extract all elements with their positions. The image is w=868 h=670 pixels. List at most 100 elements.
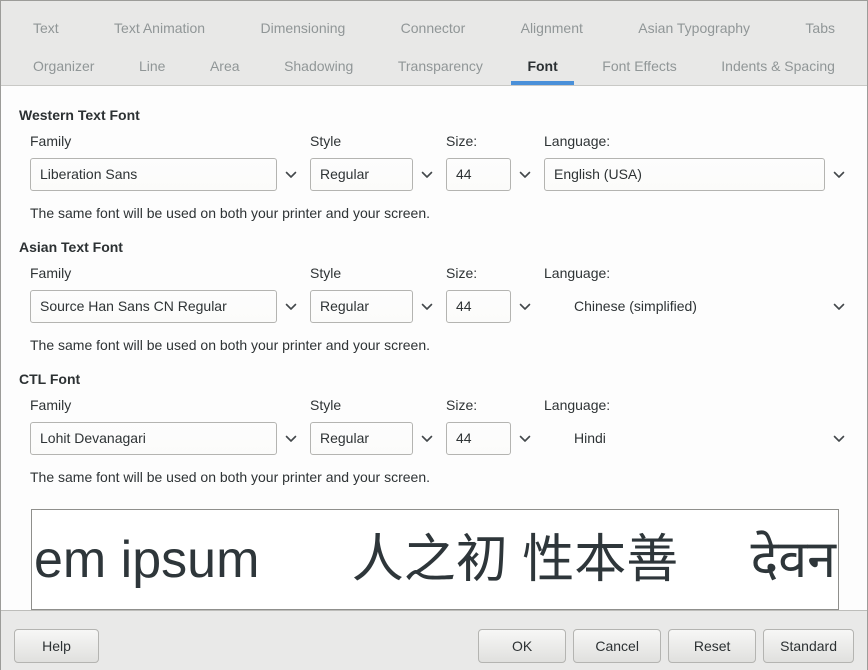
tab-text-animation[interactable]: Text Animation: [112, 9, 207, 47]
western-size-field: Size: 44: [446, 133, 531, 191]
size-label: Size:: [446, 397, 531, 414]
western-font-section: Western Text Font Family Liberation Sans…: [1, 107, 867, 222]
chevron-down-icon[interactable]: [284, 290, 297, 323]
tab-label: Line: [139, 58, 165, 74]
ctl-language-field: Language: Hindi: [544, 397, 845, 455]
tab-label: Asian Typography: [638, 20, 750, 36]
tab-label: Font Effects: [602, 58, 676, 74]
reset-button[interactable]: Reset: [668, 629, 756, 663]
tab-area[interactable]: Area: [208, 47, 242, 85]
asian-style-combobox: Regular: [310, 290, 433, 323]
family-label: Family: [30, 397, 297, 414]
language-label: Language:: [544, 133, 845, 150]
tab-tabs[interactable]: Tabs: [803, 9, 837, 47]
ctl-font-section: CTL Font Family Lohit Devanagari Style R…: [1, 371, 867, 486]
tab-label: Alignment: [521, 20, 583, 36]
ctl-fields: Family Lohit Devanagari Style Regular: [1, 388, 867, 455]
asian-family-input[interactable]: Source Han Sans CN Regular: [30, 290, 277, 323]
western-font-note: The same font will be used on both your …: [30, 205, 838, 222]
western-language-input[interactable]: English (USA): [544, 158, 825, 191]
tab-font[interactable]: Font: [525, 47, 559, 85]
tab-label: Font: [527, 58, 557, 74]
style-label: Style: [310, 133, 433, 150]
asian-language-field: Language: Chinese (simplified): [544, 265, 845, 323]
tab-row-1: Text Text Animation Dimensioning Connect…: [1, 9, 867, 47]
asian-size-field: Size: 44: [446, 265, 531, 323]
asian-font-section: Asian Text Font Family Source Han Sans C…: [1, 239, 867, 354]
tab-text[interactable]: Text: [31, 9, 61, 47]
chevron-down-icon[interactable]: [284, 422, 297, 455]
language-label: Language:: [544, 397, 845, 414]
western-size-input[interactable]: 44: [446, 158, 511, 191]
font-preview: em ipsum 人之初 性本善 देवन: [31, 509, 839, 610]
western-style-input[interactable]: Regular: [310, 158, 413, 191]
standard-button[interactable]: Standard: [763, 629, 854, 663]
tab-indents-spacing[interactable]: Indents & Spacing: [719, 47, 837, 85]
western-fields: Family Liberation Sans Style Regular: [1, 124, 867, 191]
chevron-down-icon[interactable]: [518, 158, 531, 191]
asian-fields: Family Source Han Sans CN Regular Style …: [1, 256, 867, 323]
ctl-style-combobox: Regular: [310, 422, 433, 455]
western-language-field: Language: English (USA): [544, 133, 845, 191]
western-family-combobox: Liberation Sans: [30, 158, 297, 191]
ctl-size-input[interactable]: 44: [446, 422, 511, 455]
dialog-action-bar: Help OK Cancel Reset Standard: [1, 610, 867, 670]
tab-label: Transparency: [398, 58, 483, 74]
asian-family-field: Family Source Han Sans CN Regular: [30, 265, 297, 323]
tab-organizer[interactable]: Organizer: [31, 47, 96, 85]
chevron-down-icon[interactable]: [420, 290, 433, 323]
ctl-family-combobox: Lohit Devanagari: [30, 422, 297, 455]
style-label: Style: [310, 265, 433, 282]
ctl-language-dropdown: Hindi: [544, 422, 845, 455]
asian-style-input[interactable]: Regular: [310, 290, 413, 323]
chevron-down-icon[interactable]: [284, 158, 297, 191]
ctl-section-title: CTL Font: [19, 371, 867, 388]
tab-label: Organizer: [33, 58, 94, 74]
western-family-input[interactable]: Liberation Sans: [30, 158, 277, 191]
tab-label: Dimensioning: [260, 20, 345, 36]
tab-row-2: Organizer Line Area Shadowing Transparen…: [1, 47, 867, 85]
asian-language-dropdown: Chinese (simplified): [544, 290, 845, 323]
ctl-size-combobox: 44: [446, 422, 531, 455]
western-style-combobox: Regular: [310, 158, 433, 191]
family-label: Family: [30, 265, 297, 282]
asian-size-input[interactable]: 44: [446, 290, 511, 323]
chevron-down-icon[interactable]: [518, 290, 531, 323]
ctl-language-value[interactable]: Hindi: [544, 422, 825, 455]
asian-font-note: The same font will be used on both your …: [30, 337, 838, 354]
tab-shadowing[interactable]: Shadowing: [282, 47, 355, 85]
tab-font-effects[interactable]: Font Effects: [600, 47, 678, 85]
tab-alignment[interactable]: Alignment: [519, 9, 585, 47]
chevron-down-icon[interactable]: [832, 422, 845, 455]
tab-line[interactable]: Line: [137, 47, 167, 85]
tab-transparency[interactable]: Transparency: [396, 47, 485, 85]
ctl-style-input[interactable]: Regular: [310, 422, 413, 455]
asian-size-combobox: 44: [446, 290, 531, 323]
asian-language-value[interactable]: Chinese (simplified): [544, 290, 825, 323]
asian-family-combobox: Source Han Sans CN Regular: [30, 290, 297, 323]
dialog-button-group: OK Cancel Reset Standard: [478, 629, 854, 663]
ctl-family-field: Family Lohit Devanagari: [30, 397, 297, 455]
tab-asian-typography[interactable]: Asian Typography: [636, 9, 752, 47]
chevron-down-icon[interactable]: [832, 290, 845, 323]
tab-connector[interactable]: Connector: [399, 9, 468, 47]
help-button[interactable]: Help: [14, 629, 99, 663]
size-label: Size:: [446, 265, 531, 282]
language-label: Language:: [544, 265, 845, 282]
tab-label: Shadowing: [284, 58, 353, 74]
western-family-field: Family Liberation Sans: [30, 133, 297, 191]
chevron-down-icon[interactable]: [832, 158, 845, 191]
western-language-combobox: English (USA): [544, 158, 845, 191]
chevron-down-icon[interactable]: [518, 422, 531, 455]
tab-label: Area: [210, 58, 240, 74]
ctl-family-input[interactable]: Lohit Devanagari: [30, 422, 277, 455]
tab-label: Text Animation: [114, 20, 205, 36]
cancel-button[interactable]: Cancel: [573, 629, 661, 663]
chevron-down-icon[interactable]: [420, 422, 433, 455]
tab-dimensioning[interactable]: Dimensioning: [258, 9, 347, 47]
ctl-font-note: The same font will be used on both your …: [30, 469, 838, 486]
tab-label: Text: [33, 20, 59, 36]
tab-label: Tabs: [805, 20, 835, 36]
ok-button[interactable]: OK: [478, 629, 566, 663]
chevron-down-icon[interactable]: [420, 158, 433, 191]
